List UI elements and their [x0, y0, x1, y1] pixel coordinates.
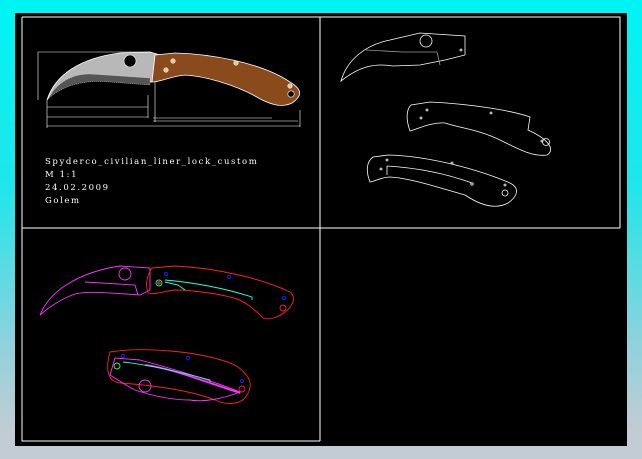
pin	[227, 275, 231, 279]
pin	[121, 354, 125, 358]
thumb-hole	[123, 54, 137, 68]
blade-outline	[340, 32, 466, 83]
part-outlines	[340, 32, 551, 207]
liner-outline	[366, 154, 517, 207]
cad-drawing	[21, 16, 621, 442]
pin	[282, 296, 286, 300]
handle-outline	[146, 265, 294, 320]
handle-scale-outline	[406, 101, 551, 156]
drawing-author: Golem	[45, 196, 81, 206]
assembly-closed	[107, 349, 251, 404]
pivot	[155, 279, 163, 287]
blade-outline	[39, 265, 151, 316]
drawing-scale: M 1:1	[45, 170, 79, 180]
pin	[186, 356, 190, 360]
blade-spine-line	[365, 49, 441, 66]
handle-pin	[163, 67, 169, 73]
knife-rendered	[37, 51, 301, 128]
pivot	[113, 362, 121, 370]
pin	[164, 272, 168, 276]
handle-pin	[170, 58, 176, 64]
pin	[240, 379, 244, 383]
drawing-date: 24.02.2009	[45, 183, 110, 193]
drawing-title: Spyderco_civilian_liner_lock_custom	[45, 157, 259, 167]
lanyard-hole	[287, 90, 295, 98]
blade-outline	[109, 357, 242, 402]
handle-pin	[287, 83, 293, 89]
assembly-open	[39, 265, 294, 320]
handle-pin	[233, 60, 239, 66]
